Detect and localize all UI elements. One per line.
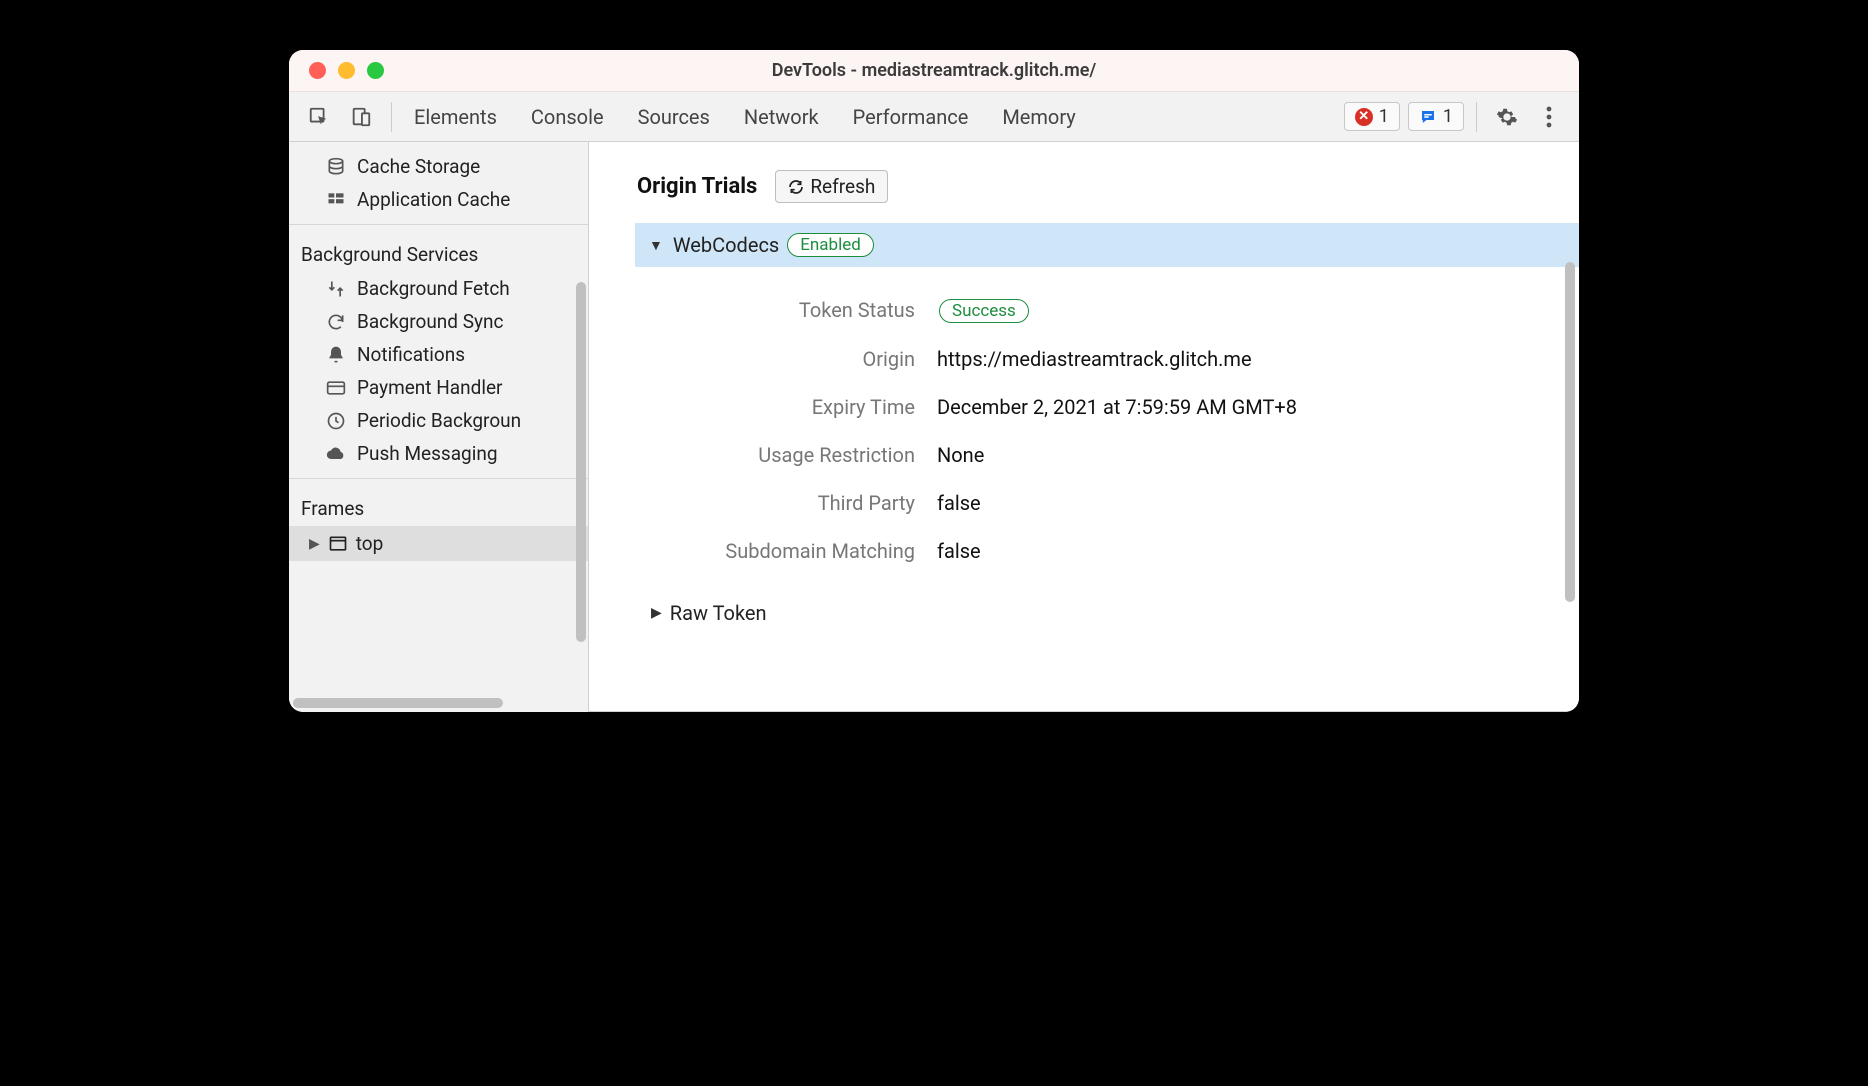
- clock-icon: [325, 410, 347, 432]
- main-panel: Origin Trials Refresh ▼ WebCodecs Enable…: [589, 142, 1579, 712]
- sidebar-item-periodic-background[interactable]: Periodic Backgroun: [289, 404, 588, 437]
- origin-label: Origin: [637, 347, 937, 371]
- tab-console[interactable]: Console: [531, 105, 604, 129]
- subdomain-label: Subdomain Matching: [637, 539, 937, 563]
- frame-icon: [328, 534, 348, 554]
- titlebar: DevTools - mediastreamtrack.glitch.me/: [289, 50, 1579, 92]
- background-services-section: Background Services Background Fetch: [289, 224, 588, 478]
- origin-trials-header: Origin Trials Refresh: [637, 170, 1531, 203]
- sync-icon: [325, 311, 347, 333]
- error-icon: ✕: [1355, 108, 1373, 126]
- more-options-icon[interactable]: [1531, 99, 1567, 135]
- detail-row-origin: Origin https://mediastreamtrack.glitch.m…: [637, 335, 1531, 383]
- inspect-element-icon[interactable]: [301, 99, 337, 135]
- traffic-lights: [289, 62, 384, 79]
- cloud-icon: [325, 443, 347, 465]
- sidebar-item-background-fetch[interactable]: Background Fetch: [289, 272, 588, 305]
- sidebar-item-notifications[interactable]: Notifications: [289, 338, 588, 371]
- close-window-button[interactable]: [309, 62, 326, 79]
- error-count: 1: [1379, 106, 1389, 127]
- sidebar-item-label: Background Fetch: [357, 277, 510, 300]
- error-count-badge[interactable]: ✕ 1: [1344, 102, 1400, 131]
- toolbar-separator: [391, 102, 392, 132]
- fetch-icon: [325, 278, 347, 300]
- detail-row-usage: Usage Restriction None: [637, 431, 1531, 479]
- database-icon: [325, 156, 347, 178]
- grid-icon: [325, 189, 347, 211]
- main-scrollbar-vertical[interactable]: [1565, 262, 1575, 602]
- content-area: Cache Storage Application Cache Backgrou…: [289, 142, 1579, 712]
- sidebar-scrollbar-vertical[interactable]: [576, 282, 586, 642]
- bell-icon: [325, 344, 347, 366]
- third-party-label: Third Party: [637, 491, 937, 515]
- enabled-pill: Enabled: [787, 233, 874, 257]
- message-count-badge[interactable]: 1: [1408, 102, 1464, 131]
- sidebar-item-payment-handler[interactable]: Payment Handler: [289, 371, 588, 404]
- section-title-frames: Frames: [289, 487, 588, 526]
- main-bottom-divider: [589, 711, 1579, 712]
- trial-name: WebCodecs: [673, 233, 779, 257]
- refresh-button[interactable]: Refresh: [775, 170, 888, 203]
- disclosure-triangle-icon: ▶: [651, 605, 662, 621]
- sidebar-item-label: Payment Handler: [357, 376, 502, 399]
- frame-label: top: [356, 532, 384, 555]
- sidebar-item-label: Background Sync: [357, 310, 503, 333]
- raw-token-label: Raw Token: [670, 601, 767, 625]
- sidebar-scrollbar-horizontal[interactable]: [293, 698, 503, 708]
- cache-section: Cache Storage Application Cache: [289, 142, 588, 224]
- tab-elements[interactable]: Elements: [414, 105, 497, 129]
- sidebar-item-label: Cache Storage: [357, 155, 480, 178]
- token-status-label: Token Status: [637, 298, 937, 322]
- frames-section: Frames ▶ top: [289, 478, 588, 569]
- status-badges: ✕ 1 1: [1344, 102, 1464, 131]
- origin-value: https://mediastreamtrack.glitch.me: [937, 347, 1252, 371]
- detail-row-token-status: Token Status Success: [637, 285, 1531, 335]
- sidebar-item-application-cache[interactable]: Application Cache: [289, 183, 588, 216]
- usage-label: Usage Restriction: [637, 443, 937, 467]
- sidebar-item-label: Notifications: [357, 343, 465, 366]
- usage-value: None: [937, 443, 984, 467]
- token-status-value: Success: [939, 299, 1029, 323]
- toolbar: Elements Console Sources Network Perform…: [289, 92, 1579, 142]
- window-title: DevTools - mediastreamtrack.glitch.me/: [289, 60, 1579, 81]
- detail-row-third-party: Third Party false: [637, 479, 1531, 527]
- disclosure-triangle-down-icon: ▼: [649, 237, 663, 254]
- settings-icon[interactable]: [1489, 99, 1525, 135]
- sidebar: Cache Storage Application Cache Backgrou…: [289, 142, 589, 712]
- detail-row-expiry: Expiry Time December 2, 2021 at 7:59:59 …: [637, 383, 1531, 431]
- raw-token-row[interactable]: ▶ Raw Token: [637, 601, 1531, 625]
- origin-trials-title: Origin Trials: [637, 174, 757, 199]
- tab-performance[interactable]: Performance: [853, 105, 969, 129]
- message-icon: [1419, 108, 1437, 126]
- expiry-value: December 2, 2021 at 7:59:59 AM GMT+8: [937, 395, 1297, 419]
- sidebar-item-label: Application Cache: [357, 188, 510, 211]
- tab-sources[interactable]: Sources: [638, 105, 710, 129]
- sidebar-item-push-messaging[interactable]: Push Messaging: [289, 437, 588, 470]
- card-icon: [325, 377, 347, 399]
- refresh-icon: [788, 179, 804, 195]
- sidebar-item-cache-storage[interactable]: Cache Storage: [289, 150, 588, 183]
- refresh-label: Refresh: [810, 175, 875, 198]
- maximize-window-button[interactable]: [367, 62, 384, 79]
- detail-row-subdomain: Subdomain Matching false: [637, 527, 1531, 575]
- subdomain-value: false: [937, 539, 981, 563]
- toolbar-separator-2: [1476, 102, 1477, 132]
- devtools-window: DevTools - mediastreamtrack.glitch.me/ E…: [289, 50, 1579, 712]
- minimize-window-button[interactable]: [338, 62, 355, 79]
- device-toolbar-icon[interactable]: [343, 99, 379, 135]
- tab-memory[interactable]: Memory: [1002, 105, 1075, 129]
- third-party-value: false: [937, 491, 981, 515]
- message-count: 1: [1443, 106, 1453, 127]
- trial-details: Token Status Success Origin https://medi…: [637, 285, 1531, 575]
- sidebar-item-label: Push Messaging: [357, 442, 498, 465]
- sidebar-item-label: Periodic Backgroun: [357, 409, 521, 432]
- sidebar-item-frame-top[interactable]: ▶ top: [289, 526, 588, 561]
- trial-row-webcodecs[interactable]: ▼ WebCodecs Enabled: [635, 223, 1579, 267]
- expiry-label: Expiry Time: [637, 395, 937, 419]
- disclosure-triangle-icon: ▶: [309, 536, 320, 552]
- tab-network[interactable]: Network: [744, 105, 819, 129]
- tabs: Elements Console Sources Network Perform…: [414, 105, 1076, 129]
- sidebar-item-background-sync[interactable]: Background Sync: [289, 305, 588, 338]
- section-title-background-services: Background Services: [289, 233, 588, 272]
